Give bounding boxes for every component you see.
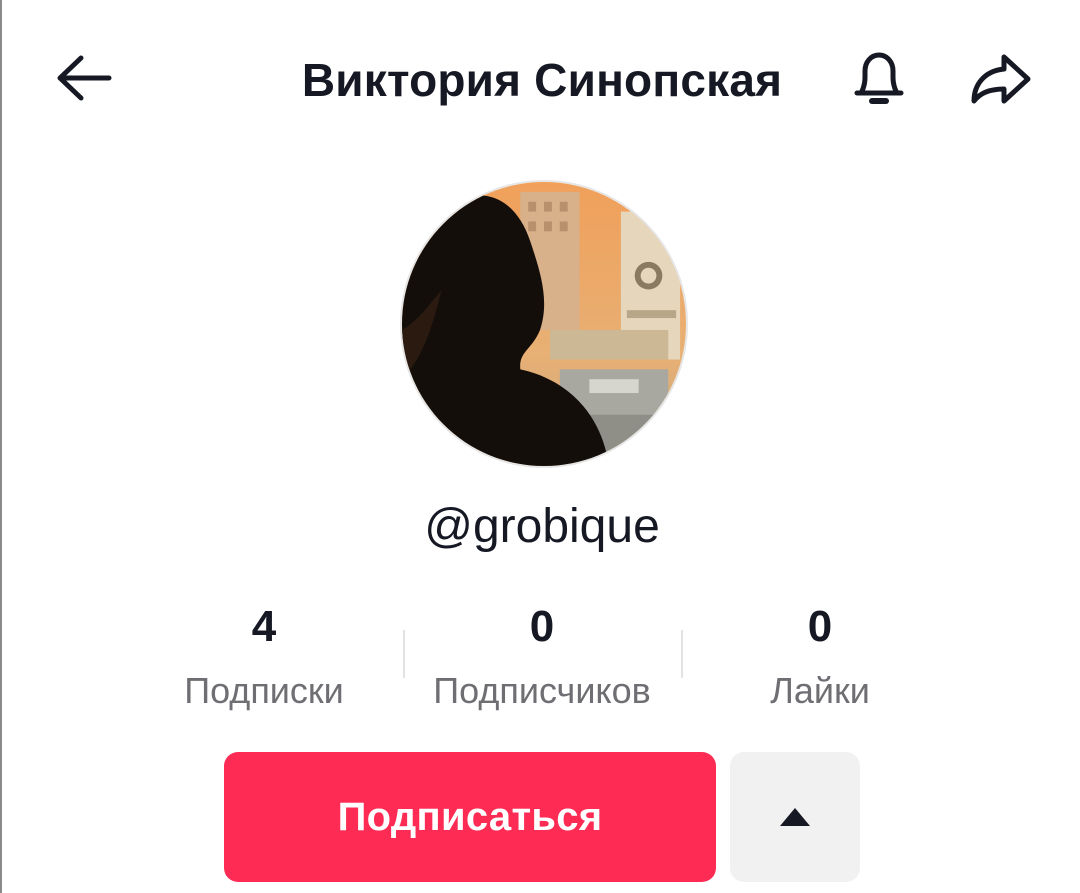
suggested-accounts-toggle-button[interactable] xyxy=(730,752,860,882)
stat-likes[interactable]: 0 Лайки xyxy=(690,600,950,720)
top-bar: Виктория Синопская xyxy=(2,0,1080,160)
stat-divider xyxy=(403,630,405,678)
share-button[interactable] xyxy=(960,42,1040,116)
page-title: Виктория Синопская xyxy=(301,54,783,106)
profile-stats: 4 Подписки 0 Подписчиков 0 Лайки xyxy=(142,600,942,720)
stat-label: Лайки xyxy=(770,670,870,711)
profile-screen: Виктория Синопская @grobique 4 Подписки … xyxy=(0,0,1080,893)
stat-value: 0 xyxy=(807,602,833,651)
stat-followers[interactable]: 0 Подписчиков xyxy=(412,600,672,720)
stat-value: 4 xyxy=(251,602,277,651)
stat-following[interactable]: 4 Подписки xyxy=(134,600,394,720)
triangle-up-icon xyxy=(780,808,810,826)
share-arrow-icon xyxy=(971,54,1031,104)
notifications-button[interactable] xyxy=(842,42,916,116)
username: @grobique xyxy=(424,500,660,553)
arrow-left-icon xyxy=(57,55,112,101)
bell-icon xyxy=(854,52,904,104)
stat-label: Подписчиков xyxy=(433,670,651,711)
avatar-image xyxy=(402,182,686,466)
stat-divider xyxy=(681,630,683,678)
avatar[interactable] xyxy=(400,180,688,468)
follow-button[interactable]: Подписаться xyxy=(224,752,716,882)
back-button[interactable] xyxy=(48,46,118,110)
stat-value: 0 xyxy=(529,602,555,651)
stat-label: Подписки xyxy=(184,670,344,711)
